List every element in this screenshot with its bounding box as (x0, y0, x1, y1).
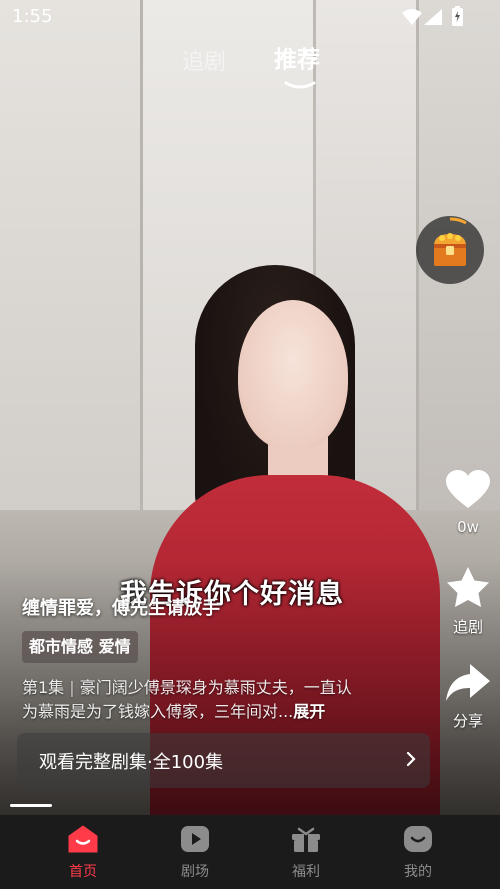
nav-profile[interactable]: 我的 (378, 825, 458, 881)
episode-number: 第1集 (22, 678, 65, 697)
wifi-icon (402, 9, 422, 29)
drama-title[interactable]: 缠情罪爱，傅先生请放手 (22, 594, 220, 620)
theater-icon (181, 826, 209, 852)
nav-theater-label: 剧场 (181, 864, 209, 880)
heart-icon (446, 470, 490, 508)
nav-profile-label: 我的 (404, 864, 432, 880)
share-button[interactable]: 分享 (440, 664, 496, 731)
share-icon (446, 664, 490, 701)
expand-link[interactable]: 展开 (293, 702, 325, 721)
battery-icon (452, 6, 463, 30)
share-label: 分享 (452, 712, 483, 730)
profile-icon (404, 826, 432, 852)
episode-description[interactable]: 第1集 | 豪门阔少傅景琛身为慕雨丈夫，一直认为慕雨是为了钱嫁入傅家，三年间对.… (22, 676, 352, 724)
watch-full-series-button[interactable]: 观看完整剧集·全100集 (17, 733, 430, 788)
actress-face (238, 300, 348, 450)
home-icon (68, 825, 98, 853)
status-time: 1:55 (12, 6, 53, 27)
genre-tag[interactable]: 都市情感 爱情 (22, 631, 138, 663)
bottom-nav: 首页 剧场 福利 我的 (0, 815, 500, 889)
nav-home-label: 首页 (69, 864, 97, 880)
playback-progress[interactable] (10, 804, 52, 807)
status-bar: 1:55 (0, 0, 500, 34)
wall-panel (0, 0, 140, 560)
episode-separator: | (69, 678, 75, 697)
tab-following[interactable]: 追剧 (182, 44, 226, 76)
nav-home[interactable]: 首页 (43, 825, 123, 881)
gift-icon (292, 827, 320, 852)
chevron-right-icon (406, 751, 416, 771)
nav-welfare[interactable]: 福利 (266, 825, 346, 881)
nav-theater[interactable]: 剧场 (155, 825, 235, 881)
follow-drama-label: 追剧 (452, 618, 483, 636)
signal-icon (424, 9, 442, 29)
watch-full-series-label: 观看完整剧集·全100集 (39, 752, 224, 773)
star-icon (447, 567, 489, 607)
tab-recommend[interactable]: 推荐 (274, 40, 320, 74)
treasure-chest-button[interactable] (416, 216, 484, 284)
like-button[interactable]: 0w (440, 470, 496, 536)
like-count: 0w (457, 518, 479, 536)
nav-welfare-label: 福利 (292, 864, 320, 880)
follow-drama-button[interactable]: 追剧 (440, 566, 496, 637)
treasure-chest-icon (434, 217, 467, 266)
tab-active-indicator (284, 74, 316, 89)
top-tabs: 追剧 推荐 (0, 40, 500, 89)
